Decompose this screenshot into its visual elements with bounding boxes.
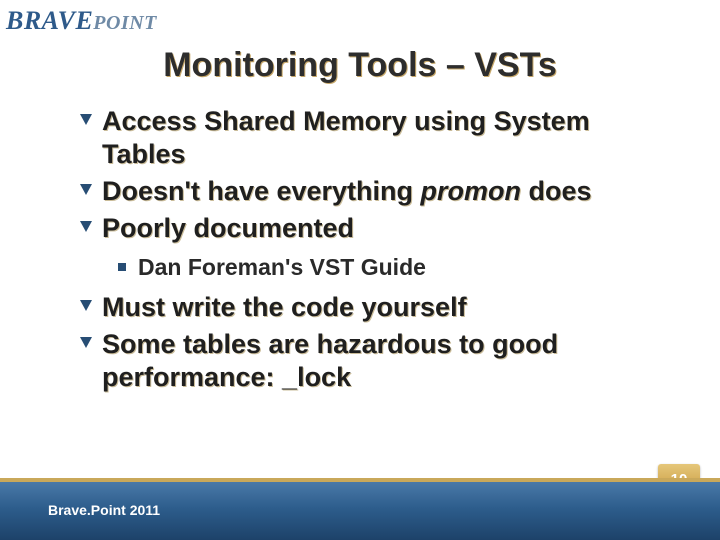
logo: BRAVEPOINT [6, 6, 157, 36]
content-area: Access Shared Memory using System Tables… [80, 105, 680, 397]
bullet-3: Poorly documented [80, 212, 680, 245]
bullet-2-text-a: Doesn't have everything [102, 176, 421, 206]
footer-bar: Brave.Point 2011 [0, 482, 720, 540]
bullet-2-text-c: does [521, 176, 592, 206]
bullet-2-promon: promon [421, 176, 522, 206]
slide: BRAVEPOINT Monitoring Tools – VSTs Acces… [0, 0, 720, 540]
bullet-1: Access Shared Memory using System Tables [80, 105, 680, 171]
logo-point: POINT [93, 12, 157, 34]
footer-text: Brave.Point 2011 [48, 502, 160, 518]
sub-bullet-1: Dan Foreman's VST Guide [118, 253, 680, 283]
logo-brave: BRAVE [6, 6, 93, 35]
slide-title: Monitoring Tools – VSTs [0, 46, 720, 85]
bullet-5: Some tables are hazardous to good perfor… [80, 328, 680, 394]
bullet-4: Must write the code yourself [80, 291, 680, 324]
bullet-2: Doesn't have everything promon does [80, 175, 680, 208]
